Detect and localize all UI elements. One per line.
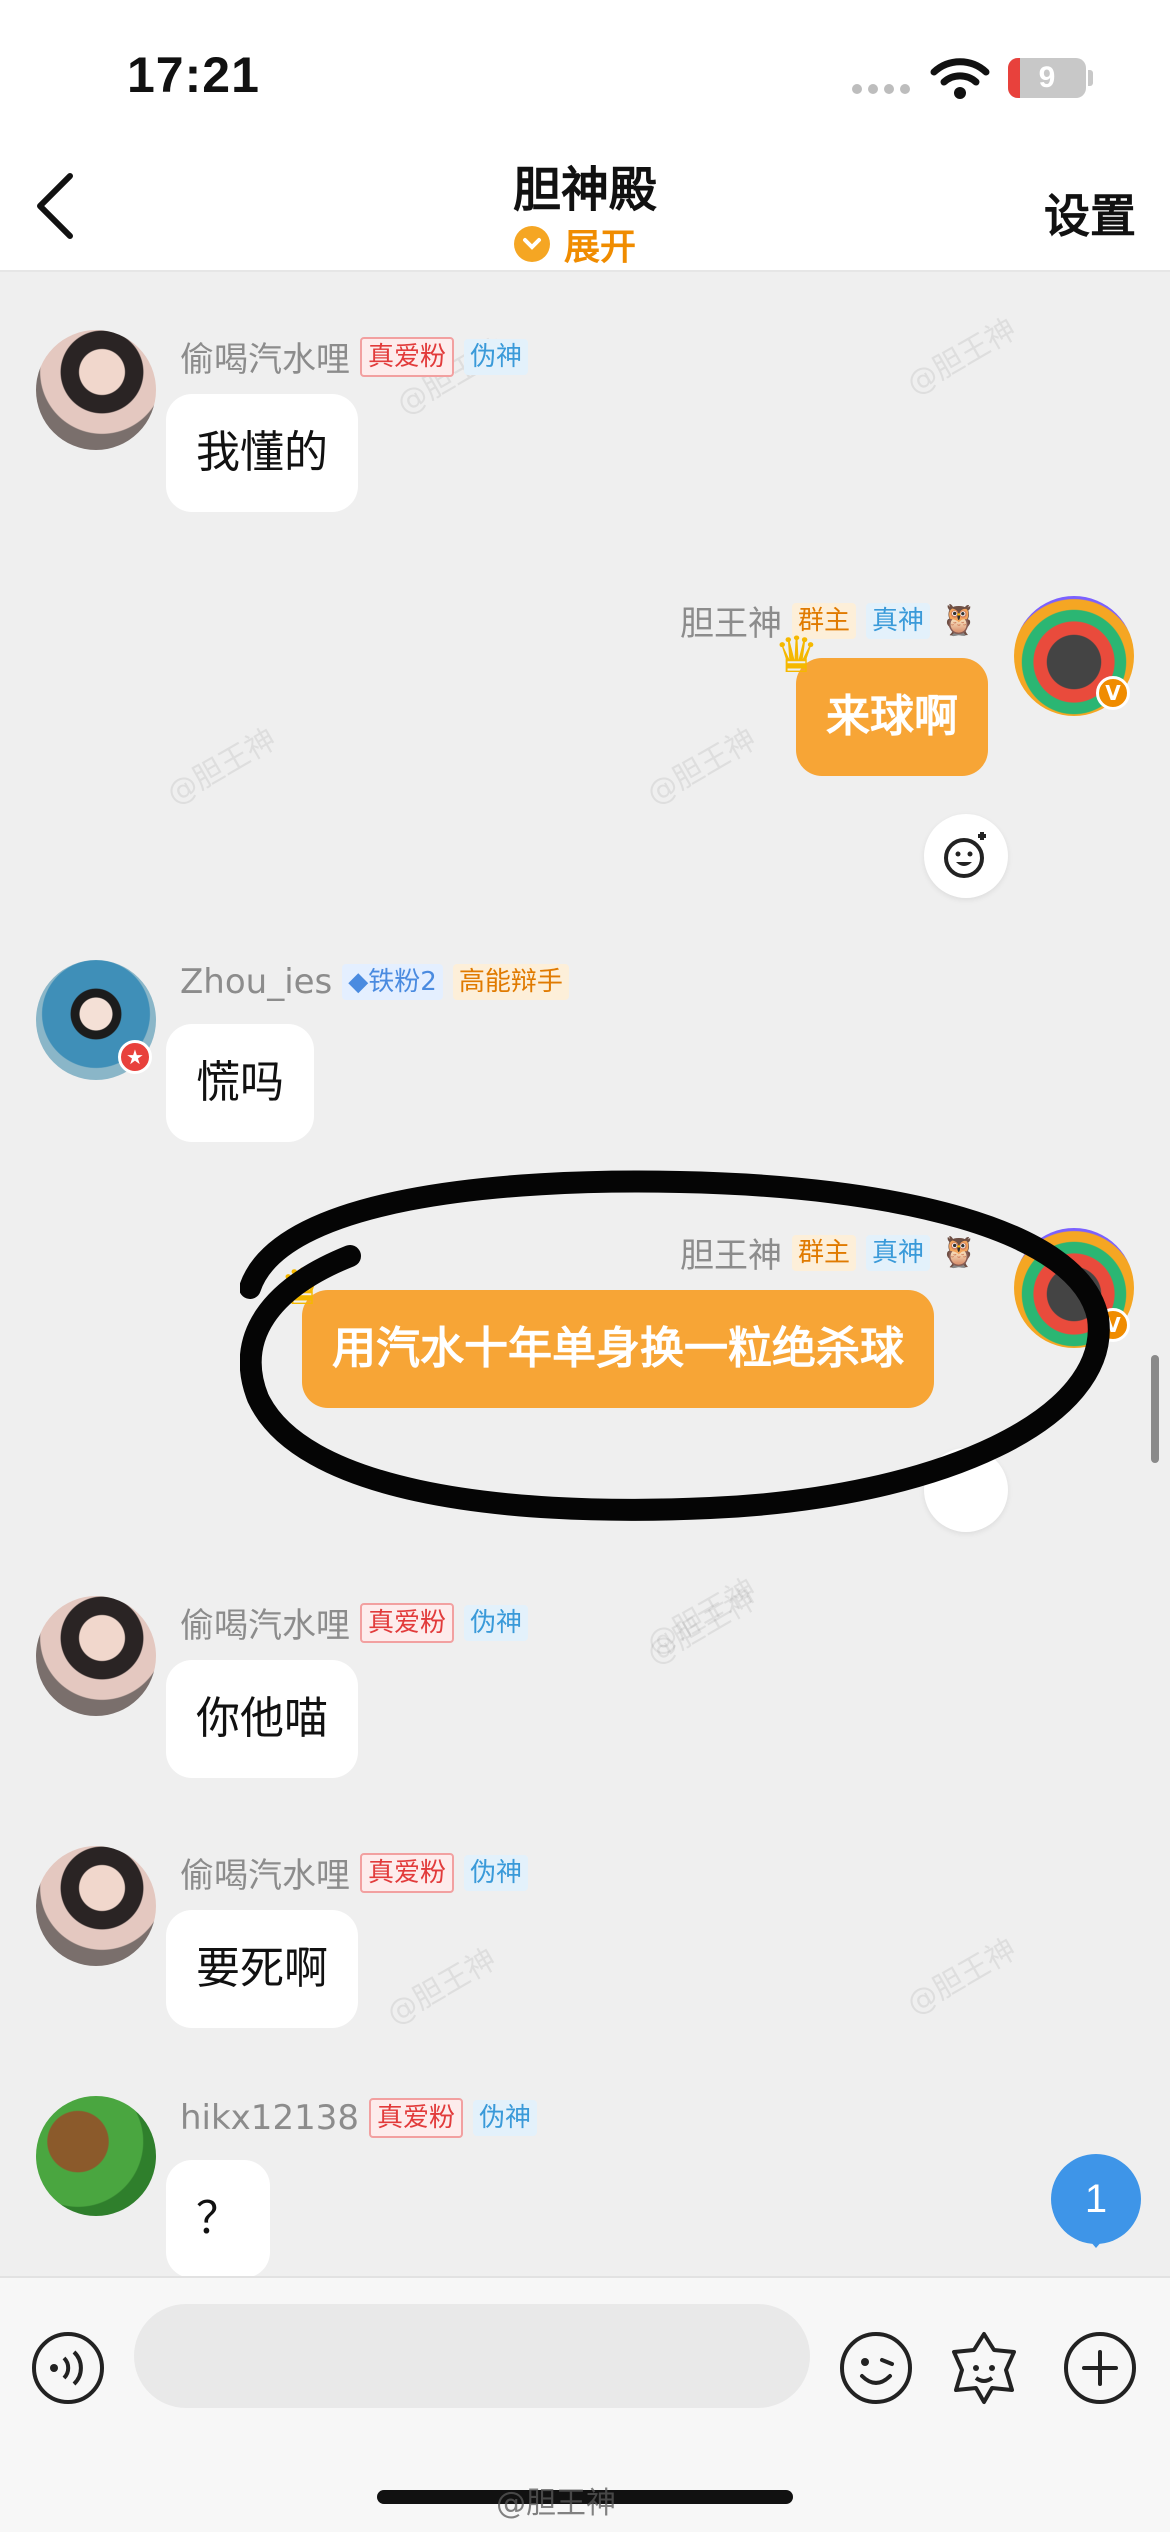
watermark: @胆王神 — [161, 721, 283, 813]
battery-level: 9 — [1038, 61, 1056, 94]
username[interactable]: hikx12138 — [180, 2098, 359, 2138]
message-bubble[interactable]: ？ — [166, 2160, 270, 2276]
title-tag: 真神 — [866, 602, 931, 639]
fan-tag: 真爱粉 — [360, 336, 455, 377]
status-time: 17:21 — [127, 47, 260, 103]
message-name-row: Zhou_ies ◆铁粉2 高能辩手 — [180, 962, 569, 1002]
owl-icon: 🦉 — [940, 603, 978, 638]
message-bubble[interactable]: 要死啊 — [166, 1910, 358, 2028]
settings-button[interactable]: 设置 — [1044, 180, 1136, 246]
message-bubble[interactable]: 来球啊 — [796, 658, 988, 776]
expand-toggle[interactable]: 展开 — [514, 218, 636, 270]
battery-icon: 9 — [1008, 58, 1086, 98]
owner-tag: 群主 — [792, 1234, 857, 1271]
expand-label: 展开 — [564, 227, 637, 268]
avatar[interactable] — [36, 2096, 156, 2216]
status-bar: 17:21 9 — [0, 0, 1170, 140]
username[interactable]: 胆王神 — [680, 1228, 782, 1277]
watermark: @胆王神 — [901, 1931, 1023, 2023]
fan-level-tag: ◆铁粉2 — [342, 964, 443, 1000]
avatar[interactable] — [36, 1596, 156, 1716]
fan-tag: 真爱粉 — [360, 1602, 455, 1643]
battery-nub — [1088, 70, 1093, 86]
scrollbar[interactable] — [1151, 1355, 1159, 1463]
chat-header: 胆神殿 展开 设置 — [0, 140, 1170, 272]
add-reaction-button[interactable] — [924, 814, 1008, 898]
fan-tag: 真爱粉 — [368, 2098, 463, 2138]
title-tag: 高能辩手 — [452, 964, 569, 1000]
crown-icon: ♛ — [774, 626, 819, 684]
chevron-down-icon — [514, 226, 550, 262]
message-name-row: 偷喝汽水哩 真爱粉 伪神 — [180, 332, 529, 381]
avatar[interactable] — [36, 1846, 156, 1966]
wifi-icon — [930, 58, 990, 99]
username[interactable]: 偷喝汽水哩 — [180, 1598, 350, 1647]
message-name-row: 偷喝汽水哩 真爱粉 伪神 — [180, 1848, 529, 1897]
cellular-signal-icon — [852, 84, 910, 94]
message-name-row: 胆王神 群主 真神 🦉 — [680, 596, 977, 645]
username[interactable]: 偷喝汽水哩 — [180, 1848, 350, 1897]
username[interactable]: 胆王神 — [680, 596, 782, 645]
fan-tag: 真爱粉 — [360, 1852, 455, 1893]
message-input[interactable] — [134, 2304, 810, 2408]
emoji-icon[interactable] — [838, 2330, 914, 2406]
sticker-icon[interactable] — [946, 2330, 1022, 2406]
avatar[interactable] — [36, 330, 156, 450]
watermark: @胆王神 — [901, 311, 1023, 403]
watermark: @胆王神 — [381, 1941, 503, 2033]
chat-area[interactable]: @胆王神 @胆王神 @胆王神 @胆王神 @胆王神 @胆王神 @胆王神 @胆王神 … — [0, 272, 1170, 2276]
title-tag: 伪神 — [464, 1604, 529, 1641]
message-bubble[interactable]: 你他喵 — [166, 1660, 358, 1778]
title-tag: 真神 — [866, 1234, 931, 1271]
unread-count-badge[interactable]: 1 — [1051, 2154, 1141, 2244]
fan-level-text: 铁粉2 — [368, 967, 437, 997]
message-name-row: 胆王神 群主 真神 🦉 — [680, 1228, 977, 1277]
message-bubble[interactable]: 慌吗 — [166, 1024, 314, 1142]
voice-icon[interactable] — [30, 2330, 106, 2406]
verified-badge-icon: V — [1096, 676, 1130, 710]
message-bubble[interactable]: 我懂的 — [166, 394, 358, 512]
title-tag: 伪神 — [472, 2100, 537, 2136]
unread-badge-tail — [1084, 2234, 1108, 2248]
page-title: 胆神殿 — [512, 162, 657, 218]
footer-watermark: @胆王神 — [496, 2486, 616, 2521]
username[interactable]: 偷喝汽水哩 — [180, 332, 350, 381]
plus-icon[interactable] — [1062, 2330, 1138, 2406]
star-badge-icon: ★ — [118, 1040, 152, 1074]
message-name-row: 偷喝汽水哩 真爱粉 伪神 — [180, 1598, 529, 1647]
crown-icon: ♛ — [280, 1258, 325, 1316]
watermark: @胆王神 — [641, 721, 763, 813]
title-tag: 伪神 — [464, 1854, 529, 1891]
username[interactable]: Zhou_ies — [180, 962, 332, 1002]
verified-badge-icon: V — [1096, 1308, 1130, 1342]
add-reaction-icon — [944, 832, 986, 878]
title-tag: 伪神 — [464, 338, 529, 375]
owl-icon: 🦉 — [940, 1235, 978, 1270]
add-reaction-button[interactable] — [924, 1448, 1008, 1532]
message-bubble[interactable]: 用汽水十年单身换一粒绝杀球 — [302, 1290, 934, 1408]
message-name-row: hikx12138 真爱粉 伪神 — [180, 2098, 537, 2138]
